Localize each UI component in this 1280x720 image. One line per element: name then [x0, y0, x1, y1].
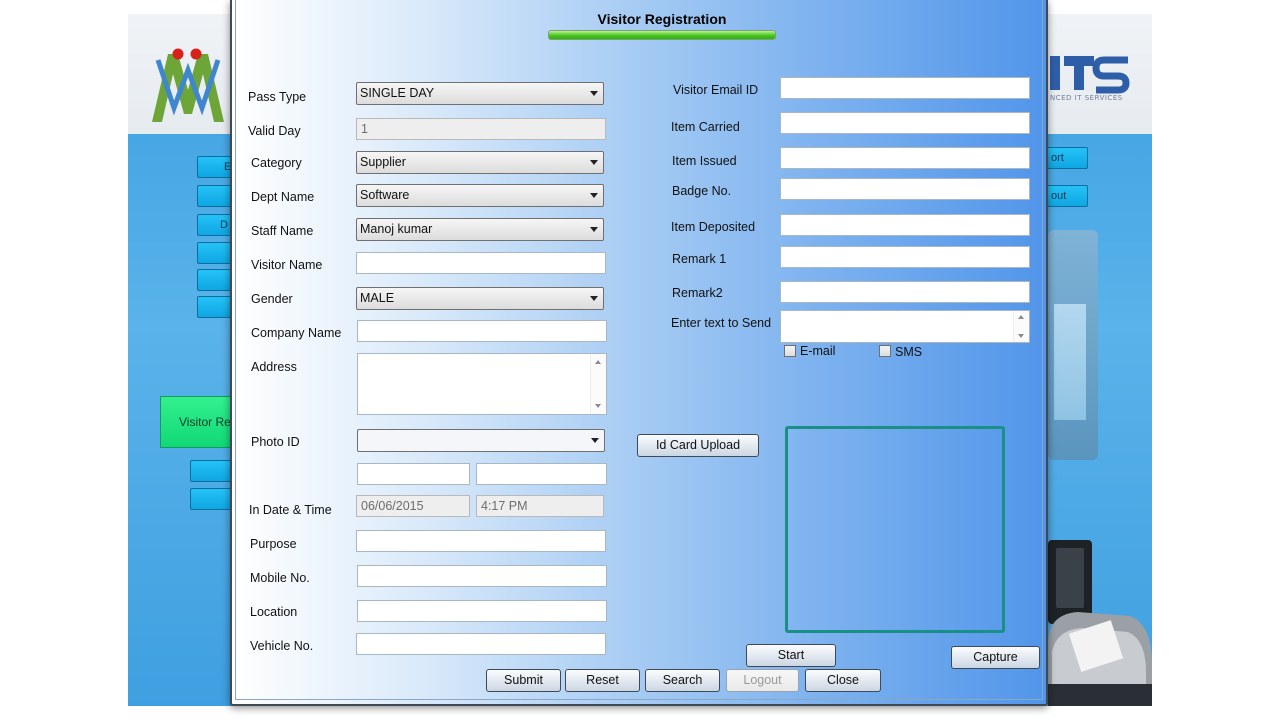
- photo-id-label: Photo ID: [251, 435, 300, 449]
- id-card-photo-area: [1054, 304, 1086, 420]
- visitor-name-input[interactable]: [356, 252, 606, 274]
- progress-bar-fill: [549, 31, 775, 39]
- item-carried-input[interactable]: [780, 112, 1030, 134]
- address-scrollbar[interactable]: [590, 354, 606, 414]
- chevron-down-icon: [590, 91, 598, 96]
- background-menu-button-3[interactable]: D: [197, 214, 233, 236]
- in-time-input[interactable]: 4:17 PM: [476, 495, 604, 517]
- search-button[interactable]: Search: [645, 669, 720, 692]
- chevron-down-icon: [591, 438, 599, 443]
- mobile-no-input[interactable]: [357, 565, 607, 587]
- chevron-down-icon: [590, 296, 598, 301]
- screen: NCED IT SERVICES E D ort out Visitor Re …: [0, 0, 1280, 720]
- in-date-time-label: In Date & Time: [249, 503, 332, 517]
- category-select[interactable]: Supplier: [356, 151, 604, 174]
- progress-bar: [548, 30, 776, 40]
- location-label: Location: [250, 605, 298, 619]
- gender-select[interactable]: MALE: [356, 287, 604, 310]
- reset-button[interactable]: Reset: [565, 669, 640, 692]
- background-report-button[interactable]: ort: [1046, 147, 1088, 169]
- logout-button[interactable]: Logout: [726, 669, 799, 692]
- staff-name-value: Manoj kumar: [360, 222, 433, 236]
- close-button[interactable]: Close: [805, 669, 881, 692]
- remark1-input[interactable]: [780, 246, 1030, 268]
- sms-checkbox[interactable]: [879, 345, 891, 357]
- location-input[interactable]: [357, 600, 607, 622]
- company-name-input[interactable]: [357, 320, 607, 342]
- company-logo-icon: [152, 48, 224, 122]
- chevron-down-icon: [590, 160, 598, 165]
- scroll-up-icon[interactable]: [595, 360, 601, 364]
- photo-id-number-input[interactable]: [357, 463, 470, 485]
- address-label: Address: [251, 360, 297, 374]
- valid-day-label: Valid Day: [248, 124, 301, 138]
- pass-type-label: Pass Type: [248, 90, 307, 104]
- background-menu-button-4[interactable]: [197, 242, 233, 264]
- capture-button[interactable]: Capture: [951, 646, 1040, 669]
- photo-id-detail-input[interactable]: [476, 463, 607, 485]
- email-checkbox[interactable]: [784, 345, 796, 357]
- chevron-down-icon: [590, 193, 598, 198]
- vehicle-no-label: Vehicle No.: [250, 639, 314, 653]
- background-menu-button-1[interactable]: E: [197, 156, 233, 178]
- scroll-down-icon[interactable]: [595, 404, 601, 408]
- item-deposited-input[interactable]: [780, 214, 1030, 236]
- gender-label: Gender: [251, 292, 293, 306]
- photo-id-select[interactable]: [357, 429, 605, 452]
- sms-checkbox-label: SMS: [895, 345, 923, 359]
- item-carried-label: Item Carried: [671, 120, 740, 134]
- purpose-label: Purpose: [250, 537, 297, 551]
- remark1-label: Remark 1: [672, 252, 727, 266]
- badge-no-input[interactable]: [780, 178, 1030, 200]
- enter-text-scrollbar[interactable]: [1013, 311, 1029, 342]
- in-date-input[interactable]: 06/06/2015: [356, 495, 470, 517]
- scroll-down-icon[interactable]: [1018, 334, 1024, 338]
- visitor-email-input[interactable]: [780, 77, 1030, 99]
- email-checkbox-label: E-mail: [800, 344, 836, 358]
- chevron-down-icon: [590, 227, 598, 232]
- dept-name-label: Dept Name: [251, 190, 315, 204]
- visitor-registration-dialog: Visitor Registration Pass Type Valid Day…: [230, 0, 1048, 706]
- background-menu-button-6[interactable]: [197, 296, 233, 318]
- visitor-email-label: Visitor Email ID: [673, 83, 759, 97]
- dept-name-value: Software: [360, 188, 410, 202]
- remark2-label: Remark2: [672, 286, 723, 300]
- label-printer-icon: [1048, 540, 1152, 706]
- background-menu-button-2[interactable]: [197, 185, 233, 207]
- pass-type-value: SINGLE DAY: [360, 86, 435, 100]
- background-small-button-1[interactable]: [190, 460, 232, 482]
- id-card-upload-button[interactable]: Id Card Upload: [637, 434, 759, 457]
- staff-name-select[interactable]: Manoj kumar: [356, 218, 604, 241]
- gender-value: MALE: [360, 291, 395, 305]
- address-textarea[interactable]: [357, 353, 607, 415]
- category-label: Category: [251, 156, 302, 170]
- company-name-label: Company Name: [251, 326, 342, 340]
- background-small-button-2[interactable]: [190, 488, 232, 510]
- visitor-name-label: Visitor Name: [251, 258, 323, 272]
- item-deposited-label: Item Deposited: [671, 220, 756, 234]
- vehicle-no-input[interactable]: [356, 633, 606, 655]
- submit-button[interactable]: Submit: [486, 669, 561, 692]
- valid-day-input[interactable]: 1: [356, 118, 606, 140]
- dialog-title: Visitor Registration: [597, 11, 727, 27]
- item-issued-input[interactable]: [780, 147, 1030, 169]
- remark2-input[interactable]: [780, 281, 1030, 303]
- purpose-input[interactable]: [356, 530, 606, 552]
- photo-preview-frame: [785, 426, 1005, 633]
- dept-name-select[interactable]: Software: [356, 184, 604, 207]
- mobile-no-label: Mobile No.: [250, 571, 310, 585]
- background-menu-button-5[interactable]: [197, 269, 233, 291]
- staff-name-label: Staff Name: [251, 224, 314, 238]
- background-logout-button[interactable]: out: [1046, 185, 1088, 207]
- category-value: Supplier: [360, 155, 406, 169]
- pass-type-select[interactable]: SINGLE DAY: [356, 82, 604, 105]
- item-issued-label: Item Issued: [672, 154, 737, 168]
- brand-tagline: NCED IT SERVICES: [1050, 94, 1123, 102]
- badge-no-label: Badge No.: [672, 184, 732, 198]
- enter-text-textarea[interactable]: [780, 310, 1030, 343]
- enter-text-label: Enter text to Send: [671, 316, 772, 330]
- scroll-up-icon[interactable]: [1018, 315, 1024, 319]
- start-button[interactable]: Start: [746, 644, 836, 667]
